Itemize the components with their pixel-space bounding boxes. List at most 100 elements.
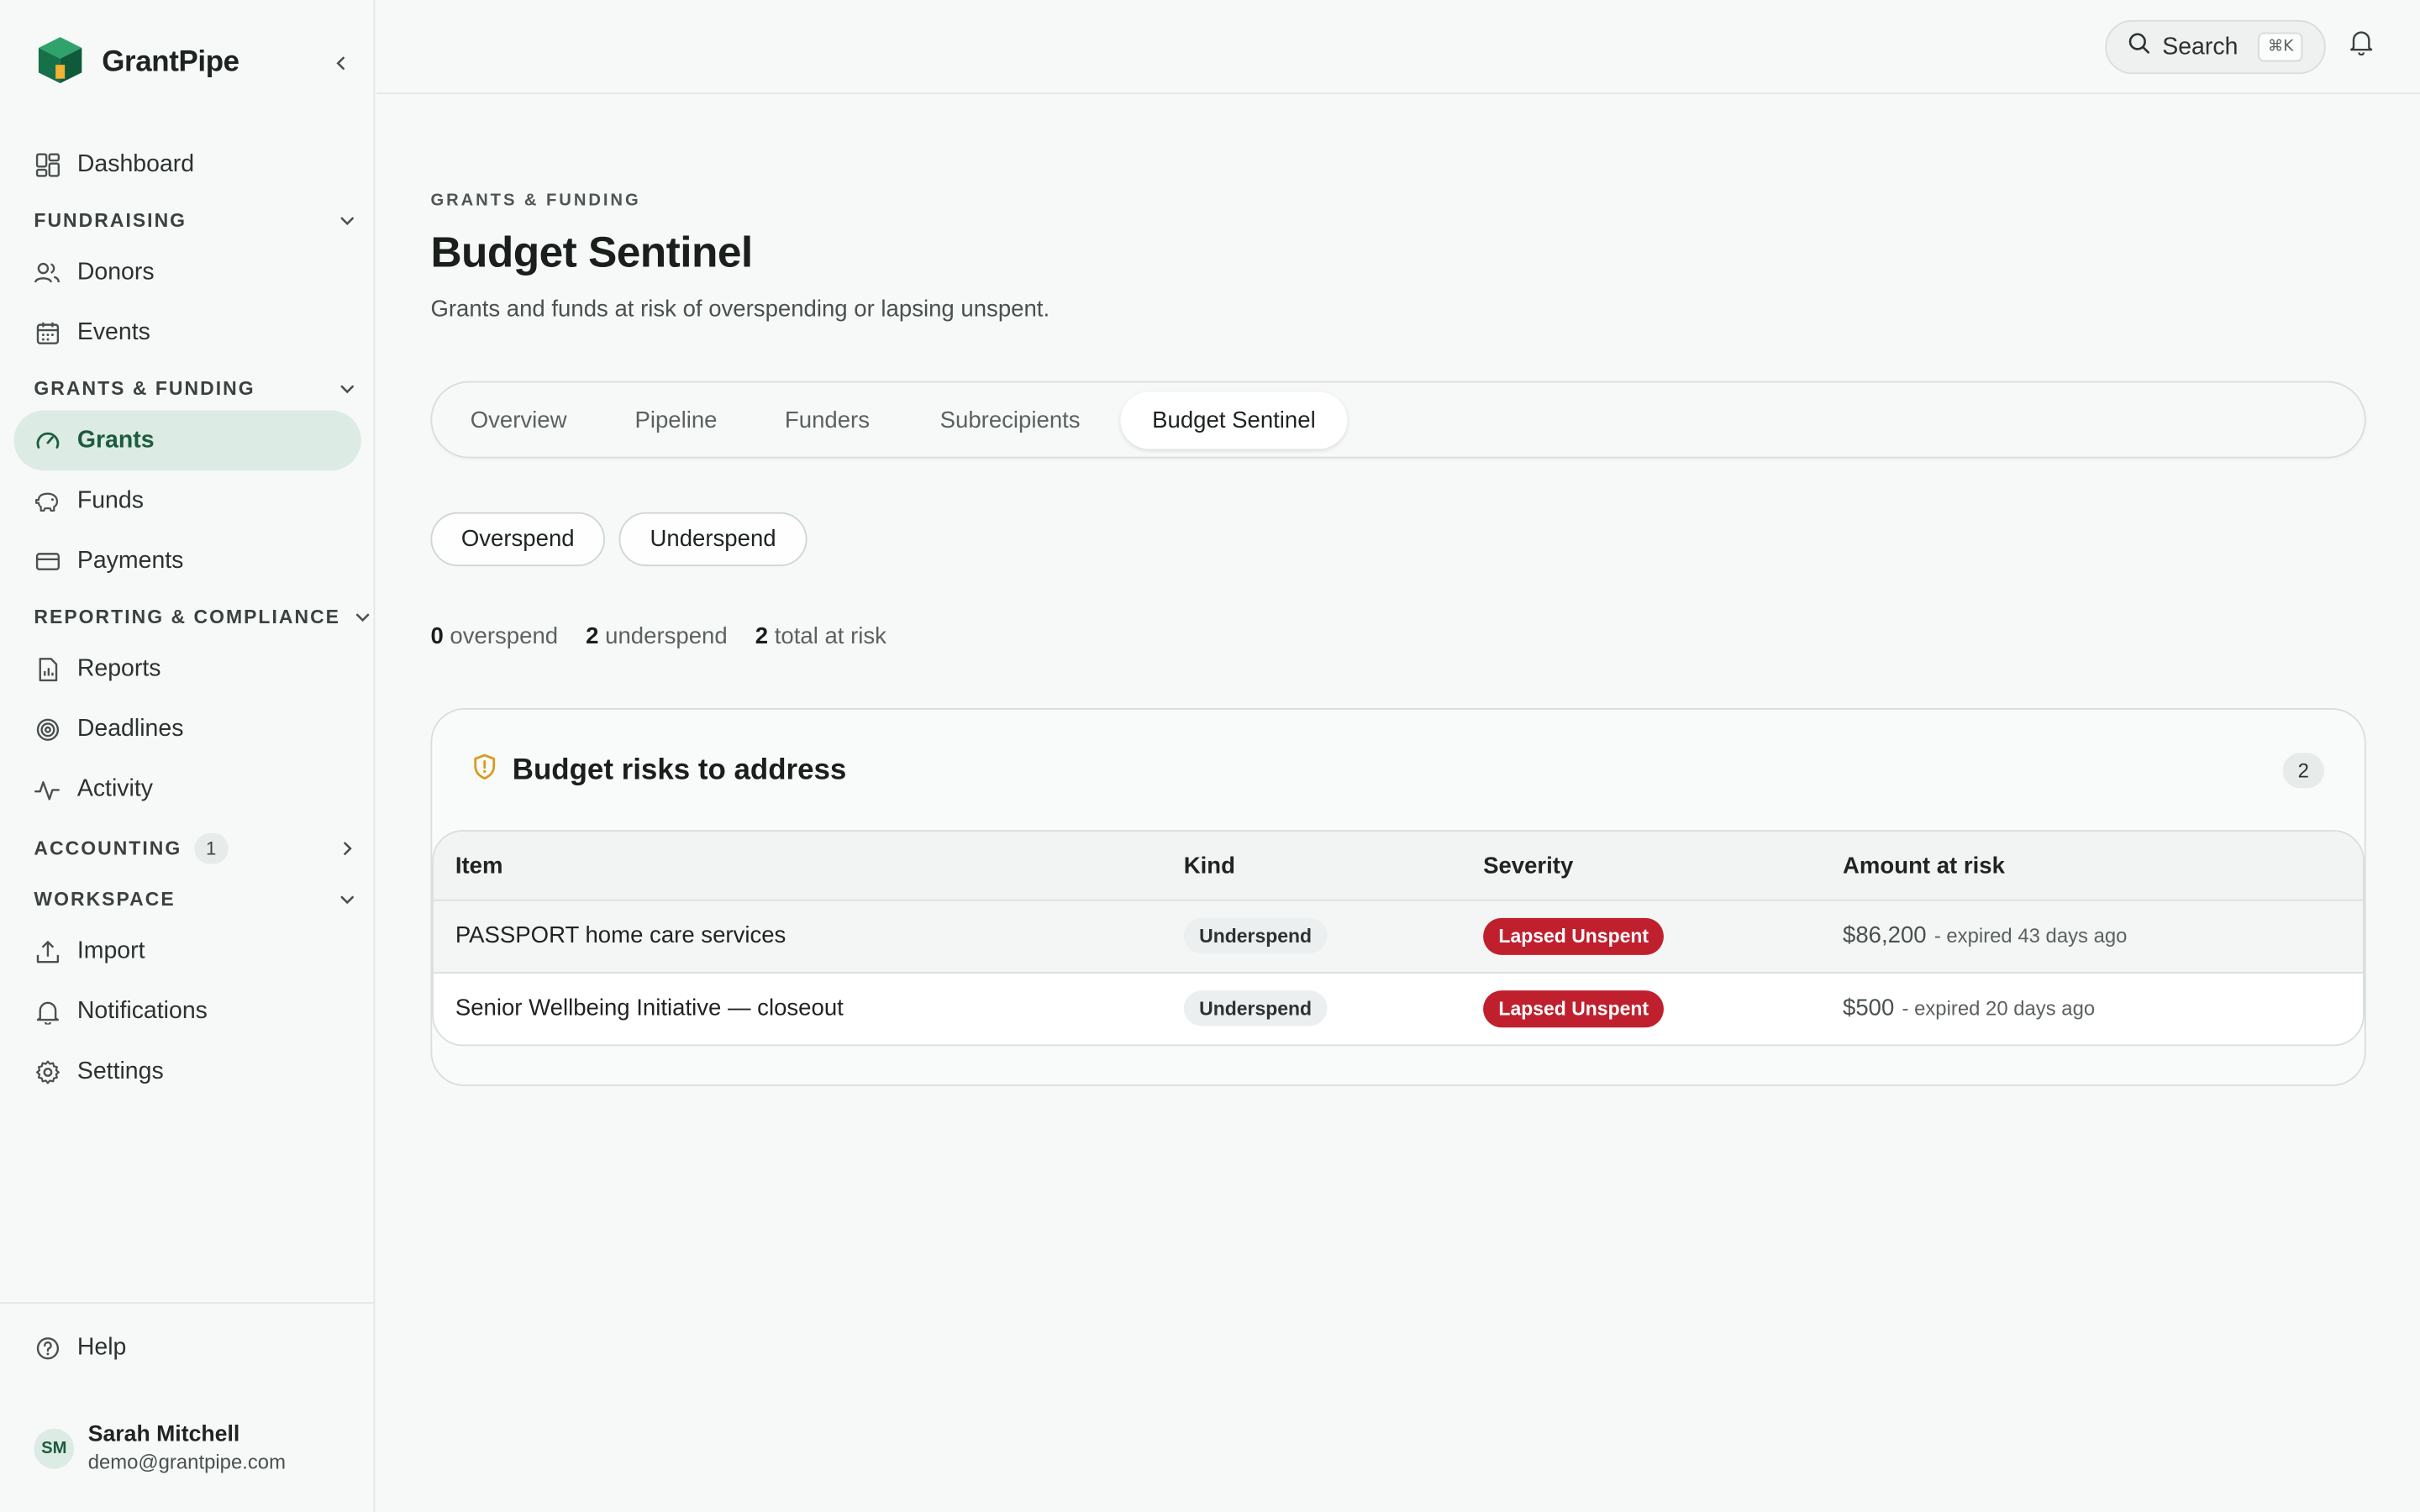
notifications-bell-button[interactable] xyxy=(2348,31,2375,60)
sidebar-item-reports[interactable]: Reports xyxy=(14,638,361,699)
sidebar-item-label: Notifications xyxy=(76,997,208,1024)
row-item-name[interactable]: PASSPORT home care services xyxy=(455,922,786,948)
user-name: Sarah Mitchell xyxy=(87,1422,240,1447)
kind-badge: Underspend xyxy=(1183,917,1328,954)
risk-count-badge: 2 xyxy=(2282,753,2325,789)
brand-name: GrantPipe xyxy=(102,46,239,79)
table-header: Item Kind Severity Amount at risk xyxy=(434,831,2363,901)
brand[interactable]: GrantPipe xyxy=(34,36,239,89)
tab-budget-sentinel[interactable]: Budget Sentinel xyxy=(1120,391,1348,449)
column-header-kind[interactable]: Kind xyxy=(1184,853,1235,879)
amount-at-risk: $86,200 - expired 43 days ago xyxy=(1843,922,2127,948)
section-accounting[interactable]: ACCOUNTING 1 xyxy=(34,832,358,864)
amount-value: $500 xyxy=(1843,995,1895,1021)
table-row[interactable]: PASSPORT home care services Underspend L… xyxy=(434,900,2363,974)
column-header-amount-at-risk[interactable]: Amount at risk xyxy=(1843,853,2005,879)
gauge-icon xyxy=(34,428,60,454)
amount-value: $86,200 xyxy=(1843,922,1927,949)
sidebar-divider xyxy=(0,1302,376,1305)
sidebar-item-donors[interactable]: Donors xyxy=(14,242,361,302)
user-email: demo@grantpipe.com xyxy=(87,1450,286,1474)
section-label: REPORTING & COMPLIANCE xyxy=(34,606,341,628)
column-header-item[interactable]: Item xyxy=(455,853,503,879)
bell-icon xyxy=(2349,29,2373,63)
tab-pipeline[interactable]: Pipeline xyxy=(607,392,745,449)
sidebar-item-grants[interactable]: Grants xyxy=(13,410,361,471)
kind-badge: Underspend xyxy=(1183,990,1328,1026)
section-tabs: Overview Pipeline Funders Subrecipients … xyxy=(430,381,2366,459)
dashboard-icon xyxy=(34,151,60,177)
collapse-sidebar-button[interactable] xyxy=(327,50,355,77)
sidebar-item-help[interactable]: Help xyxy=(14,1318,361,1378)
sidebar-item-label: Payments xyxy=(76,547,184,574)
piggy-bank-icon xyxy=(34,487,60,513)
stat-underspend: 2 underspend xyxy=(586,623,728,650)
users-icon xyxy=(34,260,60,286)
bell-icon xyxy=(34,998,60,1024)
user-profile[interactable]: SM Sarah Mitchell demo@grantpipe.com xyxy=(34,1422,286,1473)
chevron-down-icon xyxy=(352,606,374,628)
grantpipe-logo-icon xyxy=(34,33,86,93)
search-button[interactable]: Search ⌘K xyxy=(2105,19,2326,75)
amount-note: - expired 43 days ago xyxy=(1933,924,2128,948)
sidebar-item-import[interactable]: Import xyxy=(14,921,361,982)
chevron-down-icon xyxy=(336,378,358,400)
risk-stats: 0 overspend 2 underspend 2 total at risk xyxy=(430,623,914,649)
section-label: GRANTS & FUNDING xyxy=(34,377,255,400)
chevron-down-icon xyxy=(336,210,358,232)
section-workspace[interactable]: WORKSPACE xyxy=(34,884,358,915)
sidebar-item-activity[interactable]: Activity xyxy=(14,759,361,820)
report-file-icon xyxy=(34,656,60,682)
credit-card-icon xyxy=(34,548,60,574)
filter-overspend-button[interactable]: Overspend xyxy=(430,512,605,567)
upload-icon xyxy=(34,938,60,964)
help-circle-icon xyxy=(34,1335,60,1361)
severity-badge: Lapsed Unspent xyxy=(1483,917,1665,955)
severity-badge: Lapsed Unspent xyxy=(1483,990,1665,1028)
sidebar-item-label: Settings xyxy=(76,1058,164,1084)
sidebar-item-payments[interactable]: Payments xyxy=(14,531,361,591)
stat-total-at-risk: 2 total at risk xyxy=(755,623,886,650)
activity-pulse-icon xyxy=(34,776,60,802)
sidebar-item-label: Donors xyxy=(76,258,155,285)
tab-subrecipients[interactable]: Subrecipients xyxy=(913,392,1107,449)
section-label: FUNDRAISING xyxy=(34,209,187,232)
sidebar-item-events[interactable]: Events xyxy=(14,302,361,363)
sidebar: GrantPipe Dashboard FUNDRAISING Donors E xyxy=(0,0,376,1512)
section-grants-funding[interactable]: GRANTS & FUNDING xyxy=(34,373,358,404)
chevron-right-icon xyxy=(336,837,358,859)
sidebar-item-label: Reports xyxy=(76,654,161,681)
page-subtitle: Grants and funds at risk of overspending… xyxy=(430,296,1050,323)
sidebar-item-label: Events xyxy=(76,318,150,345)
sidebar-item-settings[interactable]: Settings xyxy=(14,1042,361,1102)
target-icon xyxy=(34,716,60,742)
column-header-severity[interactable]: Severity xyxy=(1483,853,1573,879)
sidebar-item-deadlines[interactable]: Deadlines xyxy=(14,699,361,759)
calendar-icon xyxy=(34,319,60,345)
row-item-name[interactable]: Senior Wellbeing Initiative — closeout xyxy=(455,995,844,1021)
page-title: Budget Sentinel xyxy=(430,228,753,276)
sidebar-item-funds[interactable]: Funds xyxy=(14,470,361,531)
avatar: SM xyxy=(34,1427,75,1468)
sidebar-item-dashboard[interactable]: Dashboard xyxy=(14,134,361,195)
page-eyebrow: GRANTS & FUNDING xyxy=(430,191,641,210)
section-fundraising[interactable]: FUNDRAISING xyxy=(34,205,358,236)
sidebar-item-notifications[interactable]: Notifications xyxy=(14,981,361,1042)
chevron-left-icon xyxy=(336,56,345,71)
sidebar-item-label: Funds xyxy=(76,486,144,513)
search-icon xyxy=(2128,33,2150,62)
tab-funders[interactable]: Funders xyxy=(756,392,898,449)
chevron-down-icon xyxy=(336,889,358,911)
sidebar-item-label: Import xyxy=(76,937,145,964)
accounting-count-badge: 1 xyxy=(193,832,229,864)
search-shortcut-hint: ⌘K xyxy=(2258,32,2303,62)
section-reporting-compliance[interactable]: REPORTING & COMPLIANCE xyxy=(34,601,370,633)
sidebar-item-label: Help xyxy=(76,1333,127,1361)
filter-underspend-button[interactable]: Underspend xyxy=(618,512,808,567)
tab-overview[interactable]: Overview xyxy=(446,392,592,449)
sidebar-item-label: Activity xyxy=(76,774,154,802)
risks-table: Item Kind Severity Amount at risk PASSPO… xyxy=(432,830,2365,1047)
table-row[interactable]: Senior Wellbeing Initiative — closeout U… xyxy=(434,973,2363,1045)
sidebar-item-label: Deadlines xyxy=(76,715,184,742)
section-label: ACCOUNTING xyxy=(34,837,182,860)
